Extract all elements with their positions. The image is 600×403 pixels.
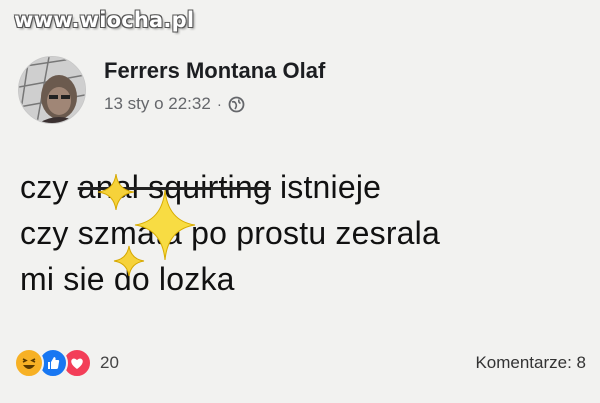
author-name[interactable]: Ferrers Montana Olaf [104,58,325,84]
text-fragment: czy [20,169,78,205]
post-text-line-3: mi sie do lozka [20,261,235,297]
post-footer: 20 Komentarze: 8 [0,342,600,382]
avatar[interactable] [18,56,86,124]
globe-icon [228,96,245,113]
facebook-post: Ferrers Montana Olaf 13 sty o 22:32 · cz… [0,42,600,403]
reaction-count[interactable]: 20 [100,353,119,373]
post-timestamp[interactable]: 13 sty o 22:32 [104,94,211,114]
site-watermark: www.wiocha.pl [14,8,195,32]
post-meta: 13 sty o 22:32 · [104,94,245,114]
sparkle-icon [97,173,135,211]
haha-icon [14,348,44,378]
comments-count[interactable]: Komentarze: 8 [475,353,586,373]
text-fragment: istnieje [270,169,382,205]
sparkle-icon [113,245,145,277]
reactions-summary[interactable]: 20 [14,348,119,378]
meta-separator: · [216,95,222,113]
post-text-line-2: czy szmata po prostu zesrala [20,215,440,251]
